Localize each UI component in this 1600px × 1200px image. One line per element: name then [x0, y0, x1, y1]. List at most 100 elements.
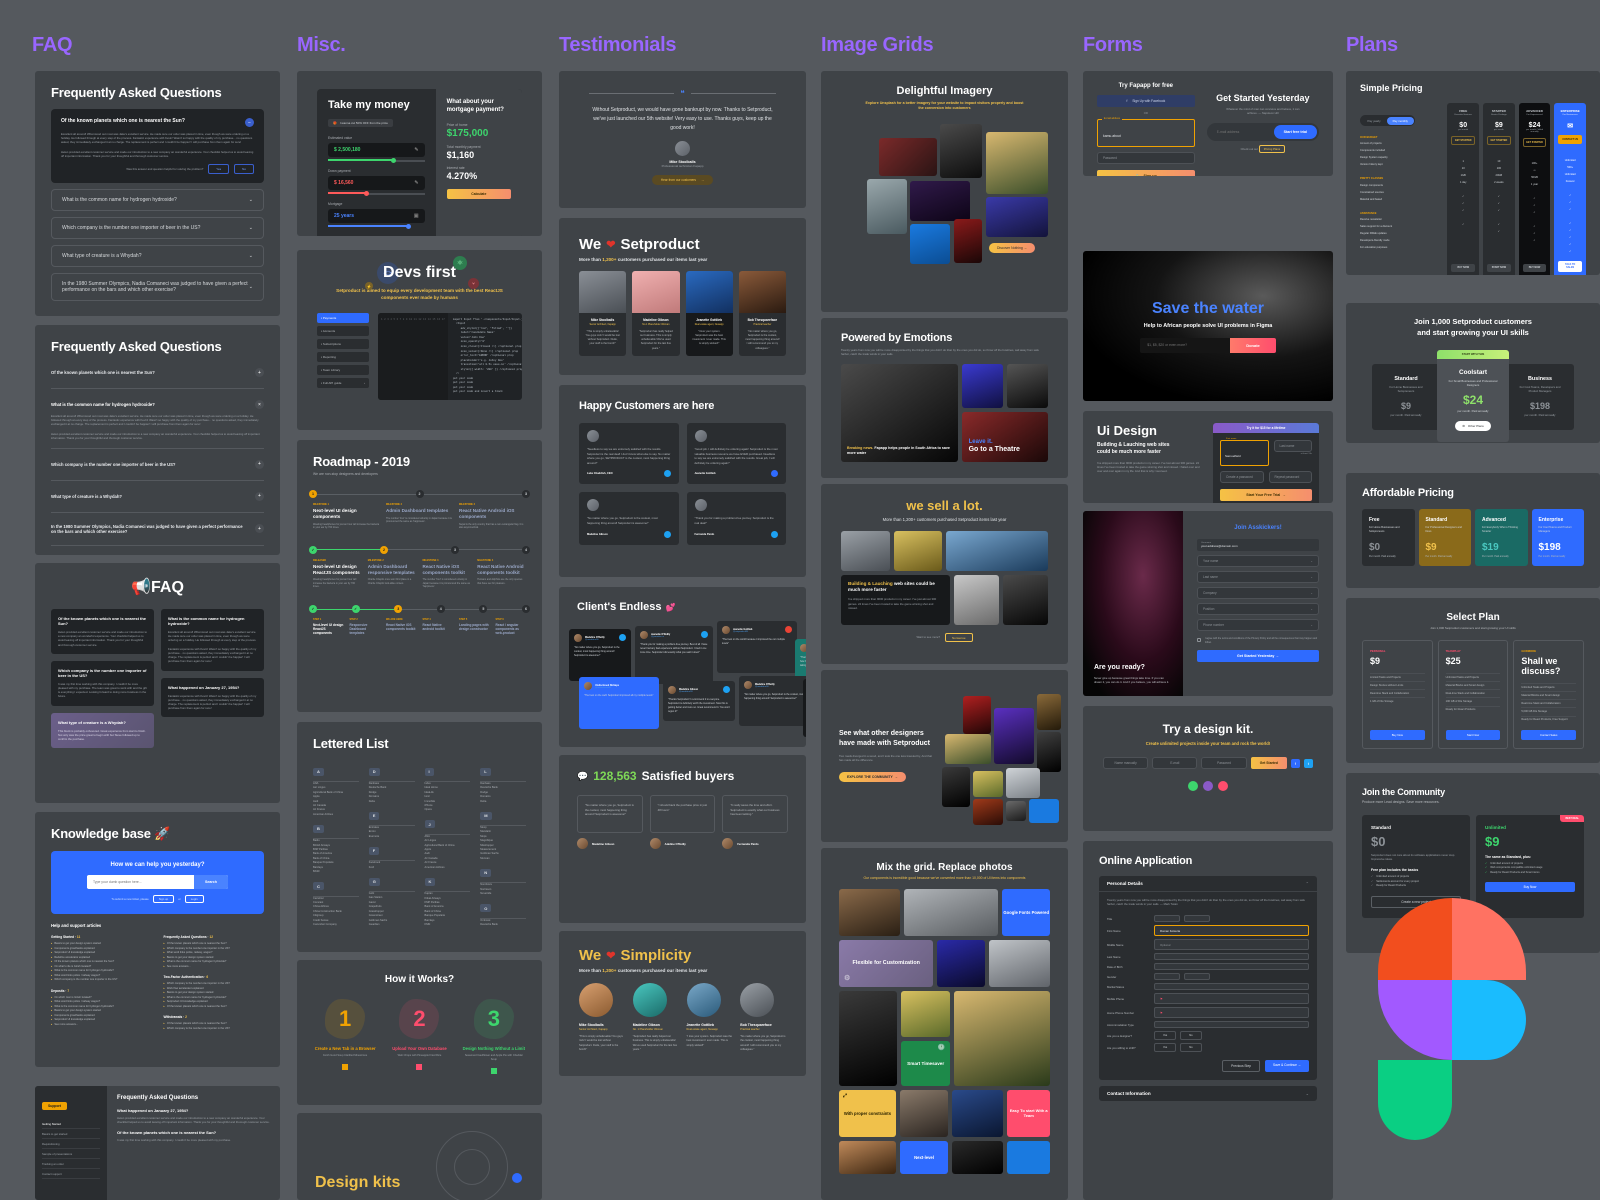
photo-tile[interactable] — [944, 734, 991, 764]
list-item[interactable]: Deutsche Bank — [480, 923, 526, 927]
kb-article-link[interactable]: ▸ See more answers... — [51, 1023, 152, 1028]
field-input[interactable] — [1154, 953, 1309, 961]
login-button[interactable]: Login — [184, 895, 204, 903]
plan-cta-button[interactable]: GET STARTED — [1522, 138, 1547, 147]
other-plans-button[interactable]: ⚙ Other Plans — [1455, 420, 1491, 431]
facebook-icon[interactable] — [771, 470, 778, 478]
buy-now-button[interactable]: Buy Now — [1485, 882, 1575, 893]
photo-tile[interactable] — [839, 889, 900, 937]
select-plan-card[interactable]: GODMODE Shall we discuss? Unlimited Tasks … — [1513, 640, 1585, 749]
roadmap-milestone-dot[interactable]: 5 — [479, 605, 488, 614]
signup-button[interactable]: Sign up — [152, 895, 175, 903]
faq-row-open[interactable]: What is the common name for hydrogen hyd… — [51, 395, 264, 414]
contact-information-section[interactable]: Contact Information ⌄ — [1099, 1086, 1317, 1102]
chevron-down-icon[interactable]: ⌄ — [1310, 575, 1313, 579]
list-item[interactable]: Nevertide — [480, 892, 526, 896]
chevron-down-icon[interactable]: ⌄ — [1306, 1091, 1309, 1096]
sell-text-tile[interactable]: Building & Lauching web sites could be m… — [841, 575, 950, 625]
previous-step-button[interactable]: Previous Step — [1222, 1060, 1260, 1073]
photo-tile[interactable]: Breaking news. Fapapp helps people in So… — [841, 364, 958, 463]
photo-tile[interactable] — [903, 889, 999, 937]
estimated-value-field[interactable]: $ 2,500,180 ✎ — [328, 143, 425, 158]
faq-row[interactable]: What happened on January 27, 1954?+ — [51, 552, 264, 555]
photo-tile[interactable] — [899, 1090, 949, 1138]
testimonial-card[interactable]: "Good job. I will definitely be ordering… — [686, 423, 786, 485]
photo-tile[interactable] — [993, 708, 1034, 764]
pricing-column[interactable]: ENTERPRISE For Businesses ✉ CONTACT US Unlim… — [1554, 103, 1586, 275]
support-nav-item[interactable]: Basics to get started — [42, 1129, 100, 1139]
faq-tile[interactable]: Which company is the number one importer… — [51, 660, 154, 706]
chevron-down-icon[interactable]: ⌄ — [1310, 623, 1313, 627]
facebook-icon[interactable] — [647, 682, 654, 689]
calculate-button[interactable]: Calculate — [446, 188, 511, 199]
get-started-button[interactable]: Get Started — [1250, 757, 1287, 769]
chevron-down-icon[interactable]: ⌄ — [1310, 591, 1313, 595]
faq-row[interactable]: In the 1980 Summer Olympics, Nadia Coman… — [51, 519, 264, 539]
tweet-card[interactable]: Madeline O'Reilly @madeline90 "No matter w… — [739, 676, 806, 726]
explore-community-button[interactable]: EXPLORE THE COMMUNITY → — [839, 771, 906, 782]
pricing-column[interactable]: STARTER Starter Package $9 per month GET STA… — [1483, 103, 1515, 275]
donate-button[interactable]: Donate — [1230, 337, 1276, 353]
list-item[interactable]: Munnan — [480, 857, 526, 861]
first-name-value[interactable]: Samuelfield — [1225, 454, 1241, 458]
position-field[interactable]: Position ⌄ — [1197, 603, 1319, 615]
color-dot-green[interactable] — [1188, 781, 1198, 791]
smart-timesaver-tile[interactable]: Smart Timesaver 🕐 — [901, 1040, 951, 1087]
plan-cta-button[interactable]: Contact Sales — [1521, 729, 1577, 740]
list-item[interactable]: BASF — [313, 870, 359, 874]
roadmap-milestone-dot[interactable]: ✓ — [309, 545, 317, 554]
faq-tile[interactable]: What is the common name for hydrogen hyd… — [161, 609, 264, 671]
faq-tile[interactable]: Of the known planets which one is neares… — [51, 609, 154, 654]
lastname-field[interactable]: Last name ⌄ — [1197, 571, 1319, 583]
start-trial-button[interactable]: Start Your Free Trial → — [1220, 489, 1312, 501]
affordable-card[interactable]: Free For Home Businesses and Solopreneurs… — [1362, 509, 1415, 566]
repeat-password-field[interactable]: Repeat password — [1268, 471, 1312, 483]
kb-article-link[interactable]: ▸ Which company is the number one importe… — [164, 1027, 265, 1032]
devs-menu-item[interactable]: ▪ Full API guide › — [317, 377, 369, 388]
photo-tile[interactable] — [961, 364, 1003, 409]
no-option[interactable]: No — [1180, 1031, 1202, 1041]
chevron-down-icon[interactable]: ⌄ — [1310, 559, 1313, 563]
plan-cta-button[interactable]: Buy Now — [1370, 729, 1425, 740]
edit-icon[interactable]: ✎ — [414, 180, 418, 186]
photo-tile[interactable] — [867, 178, 907, 234]
save-continue-button[interactable]: Save & Continue → — [1265, 1060, 1309, 1073]
plan-cta-button[interactable]: GET STARTED — [1451, 136, 1476, 145]
chevron-down-icon[interactable]: ⌄ — [249, 197, 253, 203]
kb-article-link[interactable]: ▸ Of the known planets which one is neare… — [164, 1005, 265, 1010]
faq-no-button[interactable]: No — [234, 163, 254, 174]
roadmap-milestone-dot[interactable]: 1 — [309, 490, 317, 499]
photo-tile[interactable] — [986, 131, 1048, 194]
photo-tile[interactable] — [1028, 799, 1059, 823]
mortgage-field[interactable]: 25 years ▣ — [328, 209, 425, 224]
terms-checkbox[interactable] — [1197, 638, 1201, 642]
chevron-up-icon[interactable]: ⌃ — [1306, 881, 1309, 886]
field-input[interactable] — [1154, 973, 1180, 981]
chevron-down-icon[interactable]: ⌄ — [249, 284, 253, 290]
list-item[interactable]: Cucumber Company — [313, 923, 359, 927]
plan-card-business[interactable]: Business For Cool Teams, Developers and … — [1506, 364, 1574, 430]
field-input[interactable]: Optional — [1154, 939, 1309, 951]
slider-handle[interactable] — [406, 224, 412, 230]
plus-icon[interactable]: + — [255, 368, 264, 377]
testimonial-card[interactable]: Madeline Gibson No.1 Placeholder Woman "Se… — [632, 271, 680, 356]
faq-item[interactable]: What is the common name for hydrogen hyd… — [51, 188, 264, 211]
tweet-card[interactable]: Jeanette Gottlieb @setproduct99 "The best … — [717, 621, 797, 673]
name-field[interactable]: Name manually — [1103, 757, 1149, 769]
search-input[interactable] — [87, 876, 194, 888]
support-nav-item[interactable]: Sample of presentations — [42, 1149, 100, 1159]
photo-tile[interactable] — [910, 223, 950, 264]
field-input[interactable] — [1184, 973, 1210, 981]
roadmap-milestone-dot[interactable]: ✓ — [309, 605, 317, 614]
photo-tile[interactable] — [954, 991, 1050, 1087]
photo-tile[interactable]: Leave it. Go to a Theatre — [961, 412, 1048, 463]
faq-row[interactable]: Of the known planets which one is neares… — [51, 363, 264, 382]
pricing-column[interactable]: ADVANCED For Experienced $24 per month / bi… — [1518, 103, 1551, 275]
plan-buy-button[interactable]: BUY NOW — [1451, 263, 1476, 272]
kb-article-link[interactable]: ▸ Which company is the number one importe… — [51, 978, 152, 983]
photo-tile[interactable] — [954, 218, 982, 263]
buyer-card[interactable]: "No matter where you go, Setproduct is t… — [577, 795, 643, 849]
testimonial-card[interactable]: Jeanette Gottlieb Real estate agent, Newa… — [685, 271, 733, 356]
color-dot-purple[interactable] — [1203, 781, 1213, 791]
plan-card-coolstart[interactable]: START WITH THIS Coolstart For Small Busi… — [1437, 350, 1509, 442]
